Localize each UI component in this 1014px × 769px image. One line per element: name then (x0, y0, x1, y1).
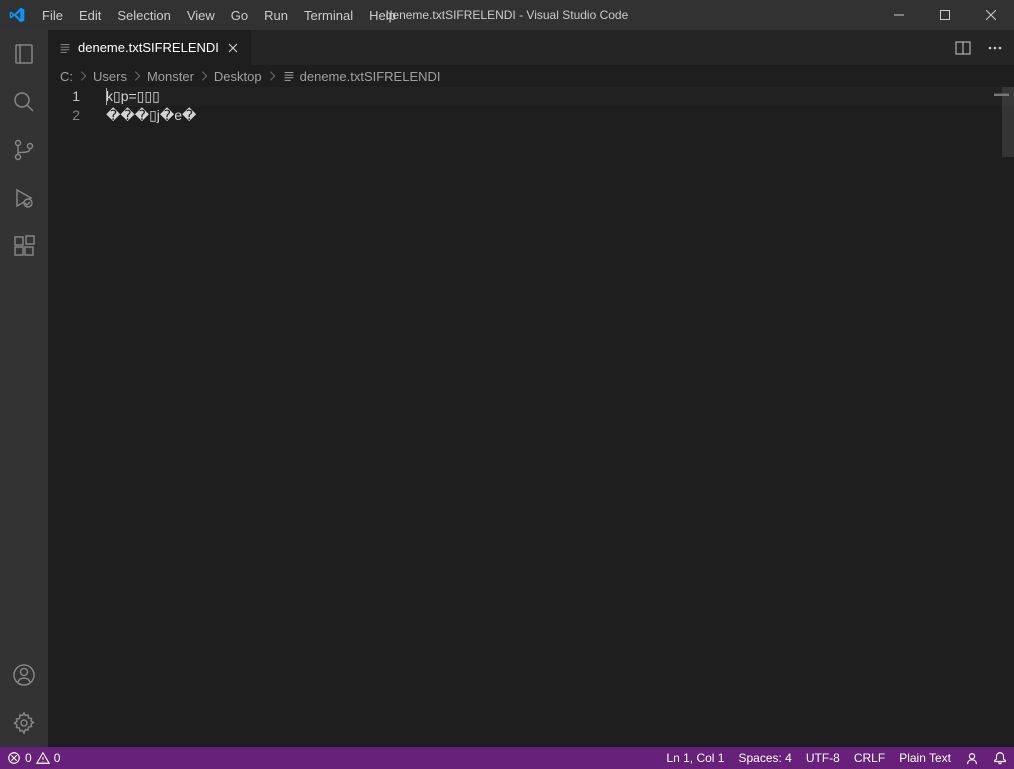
accounts-icon[interactable] (0, 651, 48, 699)
status-notifications-icon[interactable] (986, 747, 1014, 769)
tab-close-icon[interactable] (225, 40, 241, 56)
code-content[interactable]: k▯p=▯▯▯ ���▯j�e� ▬▬ (100, 87, 1014, 747)
chevron-right-icon (76, 69, 90, 83)
tab-label: deneme.txtSIFRELENDI (78, 40, 219, 55)
status-encoding[interactable]: UTF-8 (799, 747, 847, 769)
scrollbar-track[interactable] (1002, 87, 1014, 747)
window-controls (876, 0, 1014, 30)
editor-body[interactable]: 1 2 k▯p=▯▯▯ ���▯j�e� ▬▬ (48, 87, 1014, 747)
close-button[interactable] (968, 0, 1014, 30)
menu-go[interactable]: Go (223, 0, 256, 30)
breadcrumb-file-label: deneme.txtSIFRELENDI (300, 69, 441, 84)
search-icon[interactable] (0, 78, 48, 126)
minimize-button[interactable] (876, 0, 922, 30)
maximize-button[interactable] (922, 0, 968, 30)
breadcrumb-item[interactable]: Desktop (214, 69, 262, 84)
status-errors-count: 0 (25, 751, 32, 765)
settings-gear-icon[interactable] (0, 699, 48, 747)
activity-bar (0, 30, 48, 747)
chevron-right-icon (265, 69, 279, 83)
file-icon (58, 41, 72, 55)
window-title: deneme.txtSIFRELENDI - Visual Studio Cod… (386, 8, 629, 22)
line-number: 2 (48, 106, 100, 125)
code-line[interactable]: ���▯j�e� (106, 106, 1014, 125)
menu-bar: File Edit Selection View Go Run Terminal… (34, 0, 404, 30)
chevron-right-icon (130, 69, 144, 83)
breadcrumb-item[interactable]: Monster (147, 69, 194, 84)
status-language-mode[interactable]: Plain Text (892, 747, 958, 769)
menu-terminal[interactable]: Terminal (296, 0, 361, 30)
source-control-icon[interactable] (0, 126, 48, 174)
code-line[interactable]: k▯p=▯▯▯ (106, 87, 1014, 106)
split-editor-icon[interactable] (952, 37, 974, 59)
scrollbar-thumb[interactable] (1002, 87, 1014, 157)
explorer-icon[interactable] (0, 30, 48, 78)
breadcrumb-item[interactable]: C: (60, 69, 73, 84)
status-cursor-position[interactable]: Ln 1, Col 1 (659, 747, 731, 769)
extensions-icon[interactable] (0, 222, 48, 270)
app-logo (0, 7, 34, 23)
chevron-right-icon (197, 69, 211, 83)
menu-run[interactable]: Run (256, 0, 296, 30)
editor-tab[interactable]: deneme.txtSIFRELENDI (48, 30, 252, 65)
editor-group: deneme.txtSIFRELENDI C: Users Monster (48, 30, 1014, 747)
menu-selection[interactable]: Selection (109, 0, 178, 30)
run-debug-icon[interactable] (0, 174, 48, 222)
menu-edit[interactable]: Edit (71, 0, 109, 30)
text-cursor (106, 88, 107, 105)
status-warnings-count: 0 (54, 751, 61, 765)
tabs-row: deneme.txtSIFRELENDI (48, 30, 1014, 65)
titlebar: File Edit Selection View Go Run Terminal… (0, 0, 1014, 30)
more-actions-icon[interactable] (984, 37, 1006, 59)
breadcrumb-item[interactable]: Users (93, 69, 127, 84)
line-number: 1 (48, 87, 100, 106)
line-numbers: 1 2 (48, 87, 100, 747)
status-bar: 0 0 Ln 1, Col 1 Spaces: 4 UTF-8 CRLF Pla… (0, 747, 1014, 769)
status-problems[interactable]: 0 0 (0, 747, 67, 769)
breadcrumb-file[interactable]: deneme.txtSIFRELENDI (282, 69, 441, 84)
status-eol[interactable]: CRLF (847, 747, 892, 769)
menu-view[interactable]: View (179, 0, 223, 30)
status-feedback-icon[interactable] (958, 747, 986, 769)
status-indentation[interactable]: Spaces: 4 (731, 747, 798, 769)
breadcrumbs: C: Users Monster Desktop deneme.txtSIFRE… (48, 65, 1014, 87)
menu-file[interactable]: File (34, 0, 71, 30)
